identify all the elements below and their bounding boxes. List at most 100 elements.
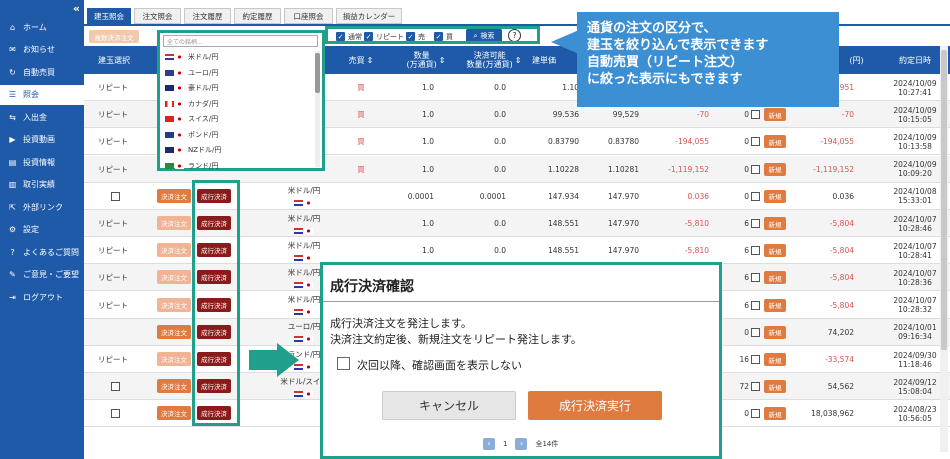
sidebar-item-8[interactable]: ⇱ 外部リンク: [0, 197, 84, 217]
dropdown-scroll-thumb[interactable]: [315, 53, 320, 93]
next-page-button[interactable]: ›: [515, 437, 528, 450]
row-settle-qty: 0.0: [494, 164, 506, 174]
dropdown-item[interactable]: ランド/円: [165, 158, 315, 174]
row-valuation: -5,810: [684, 219, 709, 228]
row-pair-label: 米ドル/円: [287, 267, 321, 277]
header-qty[interactable]: 数量 (万通貨) ⇕: [396, 46, 456, 74]
settle-order-button[interactable]: 決済注文: [157, 297, 191, 312]
currency-search-input[interactable]: 全ての銘柄...: [163, 35, 318, 47]
row-chevron-icon[interactable]: [751, 191, 760, 201]
tab-4[interactable]: 口座照会: [284, 8, 333, 24]
row-chevron-icon[interactable]: [751, 409, 760, 419]
new-order-button[interactable]: 新規: [764, 189, 786, 203]
settle-order-button[interactable]: 決済注文: [157, 188, 191, 203]
cycle-icon: ↻: [9, 67, 16, 77]
row-date-time: 10:15:05: [898, 114, 932, 124]
row-date-day: 2024/10/08: [893, 187, 937, 197]
current-page[interactable]: 1: [503, 440, 507, 448]
sidebar-item-9[interactable]: ⚙ 設定: [0, 220, 84, 240]
header-side[interactable]: 売買 ⇕: [346, 46, 376, 74]
dont-show-again-checkbox[interactable]: [337, 357, 350, 370]
sidebar-item-10[interactable]: ? よくあるご質問: [0, 242, 84, 262]
japan-flag-icon: [175, 85, 184, 91]
settle-order-button[interactable]: 決済注文: [157, 270, 191, 285]
settle-order-button[interactable]: 決済注文: [157, 324, 191, 339]
sidebar-item-6[interactable]: ▤ 投資情報: [0, 152, 84, 172]
row-side: 買: [357, 110, 365, 120]
table-scroll-thumb[interactable]: [941, 50, 947, 350]
new-order-button[interactable]: 新規: [764, 298, 786, 312]
new-order-button[interactable]: 新規: [764, 407, 786, 421]
new-order-button[interactable]: 新規: [764, 325, 786, 339]
dropdown-item-label: 豪ドル/円: [188, 84, 219, 92]
sidebar-item-0[interactable]: ⌂ ホーム: [0, 17, 84, 37]
new-order-button[interactable]: 新規: [764, 271, 786, 285]
row-select-checkbox[interactable]: [111, 382, 120, 392]
sidebar-item-11[interactable]: ✎ ご意見・ご要望: [0, 265, 84, 285]
sidebar-item-12[interactable]: ⇥ ログアウト: [0, 287, 84, 307]
header-type: 建玉選択: [98, 55, 130, 65]
tab-5[interactable]: 損益カレンダー: [336, 8, 402, 24]
new-order-button[interactable]: 新規: [764, 162, 786, 176]
new-order-button[interactable]: 新規: [764, 380, 786, 394]
row-select-checkbox[interactable]: [111, 409, 120, 419]
dropdown-item[interactable]: 米ドル/円: [165, 49, 315, 65]
market-settle-highlight: [192, 180, 240, 426]
settle-order-button[interactable]: 決済注文: [157, 352, 191, 366]
dropdown-item[interactable]: 豪ドル/円: [165, 80, 315, 96]
settle-order-button[interactable]: 決済注文: [157, 216, 191, 230]
new-order-button[interactable]: 新規: [764, 108, 786, 122]
sidebar-item-4[interactable]: ⇆ 入出金: [0, 107, 84, 127]
tab-0[interactable]: 建玉照会: [87, 8, 131, 24]
settle-order-button[interactable]: 決済注文: [157, 243, 191, 258]
row-profit: -194,055: [820, 137, 854, 147]
dropdown-item-label: ポンド/円: [188, 130, 219, 139]
row-chevron-icon[interactable]: [751, 110, 760, 120]
new-order-button[interactable]: 新規: [764, 217, 786, 230]
row-swap: 6: [744, 219, 749, 228]
tab-2[interactable]: 注文履歴: [184, 8, 231, 24]
sidebar-item-2[interactable]: ↻ 自動売買: [0, 62, 84, 82]
new-order-button[interactable]: 新規: [764, 353, 786, 366]
currency-flag-icon: [294, 309, 303, 316]
row-chevron-icon[interactable]: [751, 273, 760, 283]
tab-3[interactable]: 約定履歴: [234, 8, 281, 24]
new-order-button[interactable]: 新規: [764, 244, 786, 258]
settle-order-button[interactable]: 決済注文: [157, 406, 191, 421]
dropdown-item-label: カナダ/円: [188, 99, 219, 108]
dropdown-item[interactable]: スイス/円: [165, 111, 315, 127]
dropdown-item[interactable]: カナダ/円: [165, 96, 315, 112]
cancel-button[interactable]: キャンセル: [382, 391, 516, 420]
bulk-settle-button[interactable]: 複数決済注文: [89, 30, 139, 43]
row-chevron-icon[interactable]: [751, 300, 760, 310]
row-chevron-icon[interactable]: [751, 382, 760, 392]
header-settle-qty[interactable]: 決済可能 数量(万通貨) ⇕: [459, 46, 529, 74]
dropdown-item[interactable]: NZドル/円: [165, 142, 315, 158]
currency-flag-icon: [165, 162, 174, 169]
collapse-sidebar-icon[interactable]: «: [73, 2, 80, 15]
settle-order-button[interactable]: 決済注文: [157, 379, 191, 394]
new-order-button[interactable]: 新規: [764, 135, 786, 149]
sidebar-item-label: お知らせ: [23, 45, 55, 54]
currency-dropdown[interactable]: 全ての銘柄... 米ドル/円 ユーロ/円豪ドル/円カナダ/円スイス/円ポンド/円 N…: [157, 30, 325, 171]
row-chevron-icon[interactable]: [751, 355, 760, 364]
sidebar-item-1[interactable]: ✉ お知らせ: [0, 40, 84, 60]
header-settle-qty-label: 決済可能 数量(万通貨): [466, 51, 513, 69]
execute-market-settle-button[interactable]: 成行決済実行: [528, 391, 662, 420]
row-chevron-icon[interactable]: [751, 246, 760, 256]
row-chevron-icon[interactable]: [751, 137, 760, 147]
dropdown-item[interactable]: ポンド/円: [165, 127, 315, 143]
prev-page-button[interactable]: ‹: [483, 437, 495, 450]
sidebar-item-3[interactable]: ☰ 照会: [0, 84, 84, 105]
sidebar-item-5[interactable]: ▶ 投資動画: [0, 130, 84, 150]
row-chevron-icon[interactable]: [751, 219, 760, 228]
row-price-current: 147.970: [607, 191, 639, 201]
row-chevron-icon[interactable]: [751, 164, 760, 174]
row-chevron-icon[interactable]: [751, 327, 760, 337]
tab-1[interactable]: 注文照会: [134, 8, 181, 24]
logout-icon: ⇥: [9, 292, 16, 302]
row-select-checkbox[interactable]: [111, 191, 120, 201]
dropdown-item[interactable]: ユーロ/円: [165, 65, 315, 81]
chart-icon: ▥: [8, 180, 17, 189]
sidebar-item-7[interactable]: ▥ 取引実績: [0, 175, 84, 195]
